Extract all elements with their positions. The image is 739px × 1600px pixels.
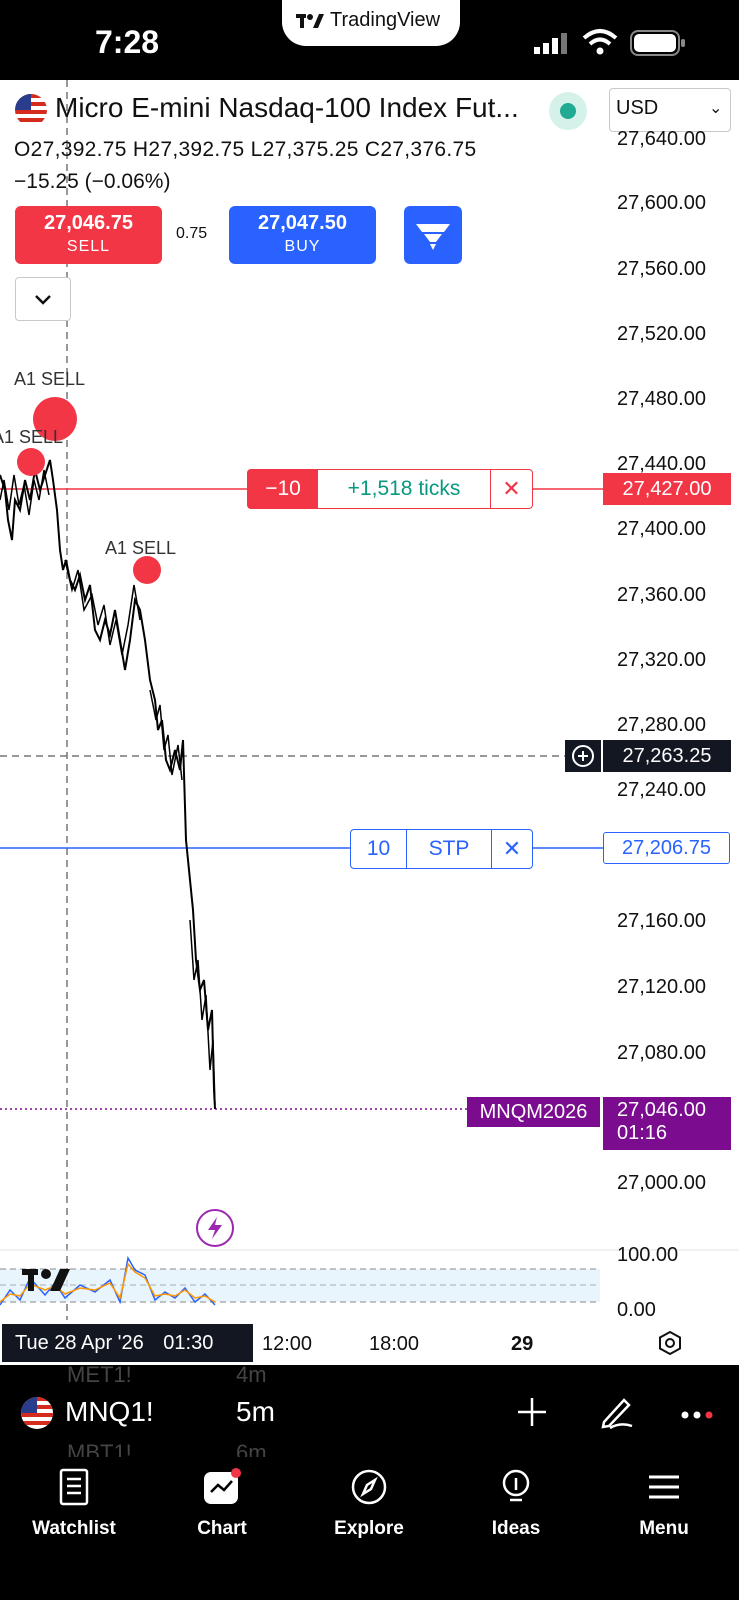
- signal-icon: [534, 32, 574, 59]
- add-order-button[interactable]: [565, 740, 601, 772]
- lightbulb-icon: [502, 1469, 530, 1502]
- nav-ideas[interactable]: Ideas: [446, 1468, 586, 1540]
- chevron-down-icon: [35, 295, 51, 305]
- crosshair-date: Tue 28 Apr '26: [15, 1332, 144, 1354]
- last-price: 27,046.00: [617, 1099, 706, 1121]
- broker-button[interactable]: [404, 206, 462, 264]
- stop-price-tag: 27,206.75: [603, 832, 730, 864]
- symbol-tag: MNQM2026: [467, 1097, 600, 1127]
- price-tick: 27,600.00: [617, 192, 706, 214]
- compass-icon: [351, 1469, 387, 1505]
- tv-watermark-icon: [22, 1269, 70, 1291]
- wifi-icon: [582, 28, 618, 61]
- bar-countdown: 01:16: [617, 1122, 668, 1144]
- chevron-down-icon: ⌄: [709, 100, 723, 117]
- stop-type: STP: [428, 837, 470, 860]
- crosshair-price-tag: 27,263.25: [603, 740, 731, 772]
- spread-value: 0.75: [176, 225, 208, 242]
- hamburger-icon: [649, 1475, 679, 1499]
- alert-marker-small: [17, 448, 45, 476]
- drawing-tools-icon[interactable]: [596, 1392, 636, 1437]
- time-tick: 18:00: [369, 1333, 420, 1355]
- symbol-selector[interactable]: MNQ1!: [65, 1396, 154, 1428]
- time-tick: 12:00: [262, 1333, 313, 1355]
- market-status-badge[interactable]: [549, 92, 587, 130]
- price-tick: 27,080.00: [617, 1042, 706, 1064]
- sell-label: SELL: [66, 238, 111, 255]
- cancel-stop-icon[interactable]: ✕: [492, 830, 532, 868]
- last-price-tag: 27,046.00 01:16: [603, 1097, 731, 1150]
- indicator-max: 100.00: [617, 1244, 679, 1266]
- close-position-icon[interactable]: ✕: [491, 470, 532, 508]
- battery-icon: [630, 30, 686, 61]
- ghost-symbol: MET1!: [67, 1362, 132, 1387]
- buy-label: BUY: [284, 238, 321, 255]
- us-flag-icon: [21, 1397, 53, 1434]
- alert-label: A1 SELL: [105, 538, 177, 558]
- watchlist-icon: [59, 1468, 89, 1506]
- broker-logo-icon: [416, 224, 450, 250]
- position-pnl: +1,518 ticks: [347, 477, 461, 500]
- position-price-tag: 27,427.00: [603, 473, 731, 505]
- add-icon[interactable]: [514, 1394, 550, 1435]
- nav-chart-label: Chart: [197, 1518, 247, 1539]
- position-line-box[interactable]: −10 +1,518 ticks ✕: [247, 469, 533, 509]
- interval-selector[interactable]: 5m: [236, 1396, 275, 1428]
- sell-price: 27,046.75: [44, 212, 133, 234]
- price-tick: 27,320.00: [617, 649, 706, 671]
- nav-watchlist[interactable]: Watchlist: [4, 1468, 144, 1540]
- alert-label: A1 SELL: [14, 369, 86, 389]
- price-tick: 27,640.00: [617, 128, 706, 150]
- ghost-interval: 4m: [236, 1362, 267, 1387]
- stop-qty: 10: [366, 837, 391, 860]
- us-flag-icon: [15, 94, 47, 131]
- nav-explore-label: Explore: [334, 1518, 404, 1539]
- nav-watchlist-label: Watchlist: [32, 1518, 116, 1539]
- nav-explore[interactable]: Explore: [299, 1468, 439, 1540]
- more-options-icon[interactable]: [680, 1408, 716, 1427]
- crosshair-time-tag: Tue 28 Apr '26 01:30: [2, 1324, 253, 1362]
- plus-circle-icon: [572, 745, 594, 767]
- price-tick: 27,480.00: [617, 388, 706, 410]
- position-qty: −10: [248, 470, 318, 508]
- tradingview-pill-label: TradingView: [330, 9, 441, 31]
- price-tick: 27,120.00: [617, 976, 706, 998]
- price-tick: 27,560.00: [617, 258, 706, 280]
- chart-icon: [204, 1468, 241, 1504]
- price-tick: 27,400.00: [617, 518, 706, 540]
- status-time: 7:28: [95, 24, 160, 60]
- nav-menu[interactable]: Menu: [594, 1468, 734, 1540]
- price-tick: 27,280.00: [617, 714, 706, 736]
- nav-chart[interactable]: Chart: [152, 1468, 292, 1540]
- ohlc-values: O27,392.75 H27,392.75 L27,375.25 C27,376…: [14, 138, 477, 161]
- currency-label: USD: [616, 97, 659, 119]
- price-tick: 27,520.00: [617, 323, 706, 345]
- symbol-title[interactable]: Micro E-mini Nasdaq-100 Index Fut...: [55, 92, 519, 124]
- price-tick: 27,160.00: [617, 910, 706, 932]
- lightning-icon[interactable]: [196, 1209, 234, 1247]
- crosshair-time: 01:30: [163, 1332, 214, 1354]
- price-tick: 27,360.00: [617, 584, 706, 606]
- price-tick: 27,000.00: [617, 1172, 706, 1194]
- buy-price: 27,047.50: [258, 212, 347, 234]
- stop-order-box[interactable]: 10 STP ✕: [350, 829, 533, 869]
- sell-button[interactable]: 27,046.75 SELL: [15, 206, 162, 264]
- chart-settings-icon[interactable]: [657, 1330, 683, 1361]
- alert-marker-small: [133, 556, 161, 584]
- time-tick: 29: [511, 1333, 534, 1355]
- price-tick: 27,240.00: [617, 779, 706, 801]
- price-change: −15.25 (−0.06%): [14, 170, 171, 193]
- collapse-button[interactable]: [15, 277, 71, 321]
- alert-label: A1 SELL: [0, 427, 64, 447]
- tradingview-logo-icon: [296, 14, 324, 28]
- nav-menu-label: Menu: [639, 1518, 689, 1539]
- nav-ideas-label: Ideas: [491, 1518, 541, 1539]
- indicator-min: 0.00: [617, 1299, 656, 1321]
- buy-button[interactable]: 27,047.50 BUY: [229, 206, 376, 264]
